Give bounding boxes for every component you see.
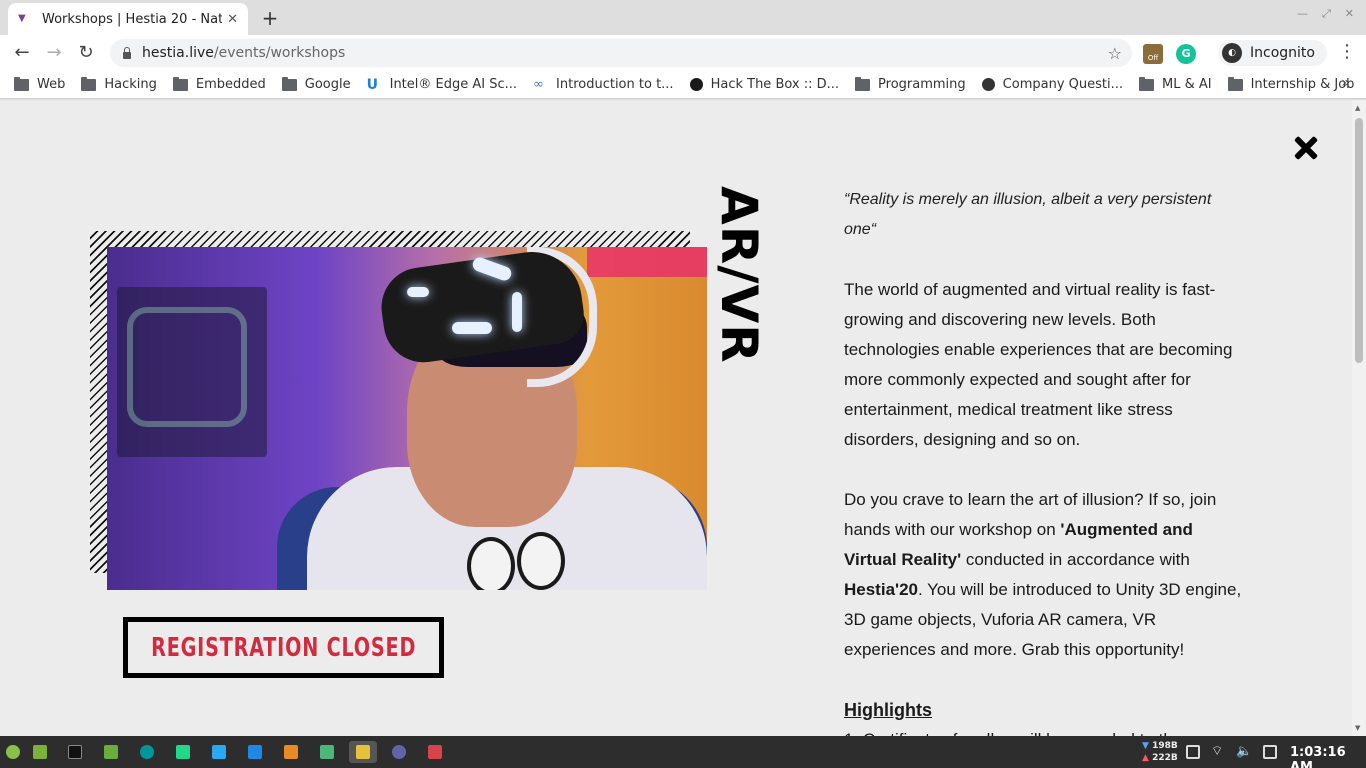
highlight-item: 1. Certificates for all ... will be awar… — [844, 725, 1244, 736]
minimize-icon[interactable]: — — [1297, 7, 1308, 21]
folder-icon — [281, 76, 297, 91]
arduino-icon[interactable] — [136, 741, 158, 763]
extension-off-icon[interactable]: Off — [1143, 44, 1163, 64]
bookmark-star-icon[interactable]: ☆ — [1108, 44, 1122, 63]
network-speed: ▼ 198B ▲ 222B — [1142, 741, 1178, 763]
bookmark-label: Internship & Job — [1250, 77, 1355, 92]
close-icon[interactable] — [1292, 134, 1322, 164]
bookmark-label: Hacking — [104, 77, 157, 92]
bookmark-label: Google — [304, 77, 351, 92]
bookmark-item[interactable]: Company Questi... — [981, 77, 1123, 92]
htb-icon — [689, 78, 703, 91]
volume-icon[interactable]: 🔈 — [1236, 745, 1252, 759]
back-arrow-icon[interactable]: ← — [10, 41, 34, 65]
bookmark-item[interactable]: Embedded — [172, 76, 266, 92]
new-tab-button[interactable]: + — [258, 6, 282, 30]
vscode-icon[interactable] — [244, 741, 266, 763]
app-icon-green[interactable] — [316, 741, 338, 763]
address-bar[interactable]: hestia.live /events/workshops ☆ — [110, 39, 1132, 67]
folder-icon — [172, 76, 188, 91]
kebab-menu-icon[interactable]: ⋮ — [1338, 41, 1356, 62]
lock-icon[interactable] — [122, 47, 132, 59]
quote-text: “Reality is merely an illusion, albeit a… — [844, 191, 1212, 238]
ring-icon: ∞ — [533, 76, 544, 92]
bookmark-label: Web — [37, 77, 66, 92]
bookmark-item[interactable]: Internship & Job — [1227, 76, 1355, 92]
incognito-icon: ◐ — [1222, 43, 1242, 63]
url-host: hestia.live — [142, 45, 214, 61]
workshop-description: “Reality is merely an illusion, albeit a… — [844, 185, 1244, 736]
clock[interactable]: 1:03:16 AM — [1290, 745, 1366, 768]
browser-toolbar: ← → ↻ hestia.live /events/workshops ☆ Of… — [0, 35, 1366, 71]
page-scrollbar[interactable]: ▲ ▼ — [1352, 100, 1366, 736]
scrollbar-thumb[interactable] — [1355, 118, 1363, 363]
bookmark-item[interactable]: U Intel® Edge AI Sc... — [367, 77, 517, 93]
app-icon-red[interactable] — [424, 741, 446, 763]
registration-label: REGISTRATION CLOSED — [150, 632, 417, 663]
bookmark-label: Programming — [878, 77, 966, 92]
folder-icon — [1139, 76, 1154, 91]
globe-icon — [981, 78, 995, 91]
tab-strip: ▼ Workshops | Hestia 20 - Natio ✕ + — ⤢ … — [0, 0, 1366, 35]
bookmark-item[interactable]: Hacking — [81, 76, 157, 92]
bookmark-label: Hack The Box :: D... — [710, 77, 840, 92]
bookmark-item[interactable]: Google — [281, 76, 351, 92]
folder-icon — [855, 76, 871, 91]
terminal-icon[interactable] — [64, 741, 86, 763]
os-taskbar: ▼ 198B ▲ 222B ⌔ 🔈 1:03:16 AM — [0, 736, 1366, 768]
bookmarks-bar: Web Hacking Embedded Google U Intel® Edge AI … — [0, 71, 1366, 99]
udemy-icon: U — [366, 76, 378, 93]
scroll-down-icon[interactable]: ▼ — [1355, 724, 1360, 732]
window-controls: — ⤢ ✕ — [1297, 7, 1354, 21]
bookmarks-overflow-icon[interactable]: » — [1341, 75, 1350, 91]
wifi-icon[interactable]: ⌔ — [1211, 745, 1225, 759]
incognito-label: Incognito — [1250, 45, 1315, 61]
scroll-up-icon[interactable]: ▲ — [1355, 104, 1360, 112]
page-viewport: AR/VR REGISTRATION CLOSED “Reality is me… — [0, 100, 1352, 736]
intro-paragraph: The world of augmented and virtual reali… — [844, 280, 1233, 449]
clion-icon[interactable] — [172, 741, 194, 763]
webstorm-icon[interactable] — [208, 741, 230, 763]
start-menu-icon[interactable] — [2, 741, 24, 763]
bookmark-label: Embedded — [195, 77, 266, 92]
bookmark-item[interactable]: Web — [14, 76, 66, 92]
bookmark-item[interactable]: ∞ Introduction to t... — [533, 77, 674, 92]
reload-icon[interactable]: ↻ — [74, 41, 98, 65]
bookmark-label: Company Questi... — [1002, 77, 1123, 92]
browser-tab[interactable]: ▼ Workshops | Hestia 20 - Natio ✕ — [8, 3, 248, 35]
teams-icon[interactable] — [388, 741, 410, 763]
bookmark-item[interactable]: Hack The Box :: D... — [689, 77, 840, 92]
workshop-title-vertical: AR/VR — [710, 186, 768, 364]
sublime-icon[interactable] — [280, 741, 302, 763]
folder-icon — [81, 76, 97, 91]
bookmark-label: Intel® Edge AI Sc... — [389, 77, 518, 92]
folder-icon — [1227, 76, 1243, 91]
registration-closed-button[interactable]: REGISTRATION CLOSED — [123, 617, 444, 678]
maximize-icon[interactable]: ⤢ — [1322, 7, 1331, 21]
show-desktop-icon[interactable] — [29, 741, 51, 763]
bookmark-item[interactable]: ML & AI — [1139, 76, 1212, 92]
url-path: /events/workshops — [213, 45, 346, 61]
tab-title: Workshops | Hestia 20 - Natio — [42, 11, 222, 27]
tab-close-icon[interactable]: ✕ — [227, 12, 238, 27]
clipboard-tray-icon[interactable] — [1263, 745, 1277, 759]
files-icon[interactable] — [100, 741, 122, 763]
folder-icon — [14, 76, 29, 91]
screenshot-tray-icon[interactable] — [1186, 745, 1200, 759]
workshop-photo — [107, 247, 707, 590]
details-paragraph: Do you crave to learn the art of illusio… — [844, 490, 1242, 659]
bookmark-item[interactable]: Programming — [855, 76, 966, 92]
chrome-taskbar-icon[interactable] — [349, 741, 377, 763]
grammarly-extension-icon[interactable]: G — [1176, 44, 1196, 64]
bookmark-label: Introduction to t... — [556, 77, 674, 92]
incognito-profile-button[interactable]: ◐ Incognito — [1218, 40, 1327, 66]
highlights-heading: Highlights — [844, 700, 932, 720]
window-close-icon[interactable]: ✕ — [1345, 7, 1354, 21]
bookmark-label: ML & AI — [1162, 77, 1212, 92]
hestia-favicon-icon: ▼ — [18, 13, 26, 24]
forward-arrow-icon[interactable]: → — [42, 41, 66, 65]
